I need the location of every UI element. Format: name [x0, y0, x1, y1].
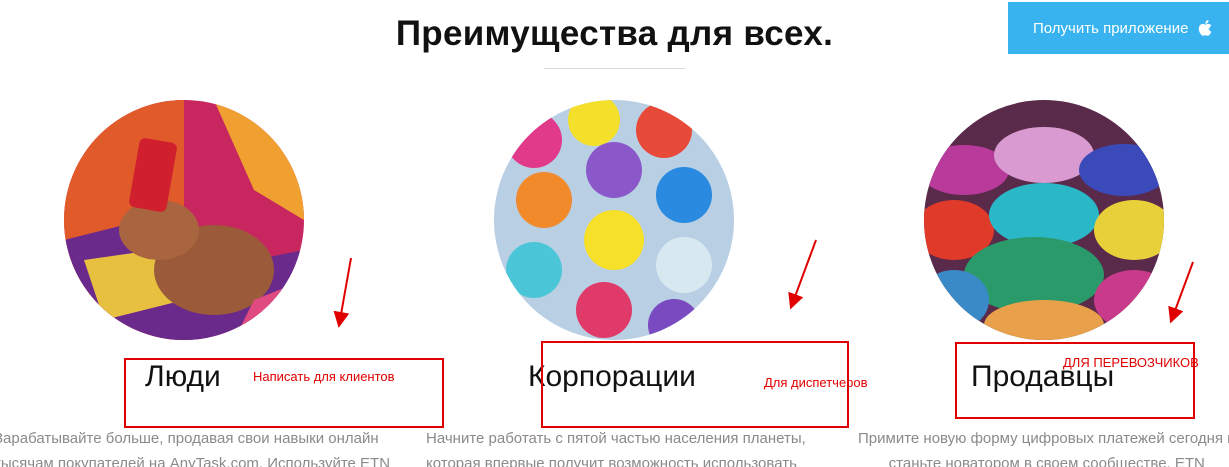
- description-sellers: Примите новую форму цифровых платежей се…: [858, 426, 1229, 467]
- apple-icon: [1198, 20, 1212, 36]
- annotation-note-corporations: Для диспетчеров: [764, 375, 868, 390]
- description-line: станьте новатором в своем сообществе. ET…: [888, 455, 1205, 467]
- description-corporations: Начните работать с пятой частью населени…: [426, 426, 806, 467]
- get-app-label: Получить приложение: [1033, 19, 1189, 37]
- annotation-note-people: Написать для клиентов: [253, 369, 395, 384]
- description-line: Примите новую форму цифровых платежей се…: [858, 430, 1229, 447]
- get-app-button[interactable]: Получить приложение: [1008, 2, 1229, 54]
- spices-image: [924, 100, 1164, 340]
- description-line: тысячам покупателей на AnyTask.com. Испо…: [0, 455, 391, 467]
- description-line: Зарабатывайте больше, продавая свои навы…: [0, 430, 379, 447]
- description-line: которая впервые получит возможность испо…: [426, 455, 797, 467]
- description-line: Начните работать с пятой частью населени…: [426, 430, 806, 447]
- annotation-box-sellers: [955, 342, 1195, 419]
- umbrellas-image: [494, 100, 734, 340]
- annotation-note-sellers: ДЛЯ ПЕРЕВОЗЧИКОВ: [1063, 355, 1199, 370]
- people-image: [64, 100, 304, 340]
- description-people: Зарабатывайте больше, продавая свои навы…: [0, 426, 390, 467]
- title-divider: [544, 68, 686, 69]
